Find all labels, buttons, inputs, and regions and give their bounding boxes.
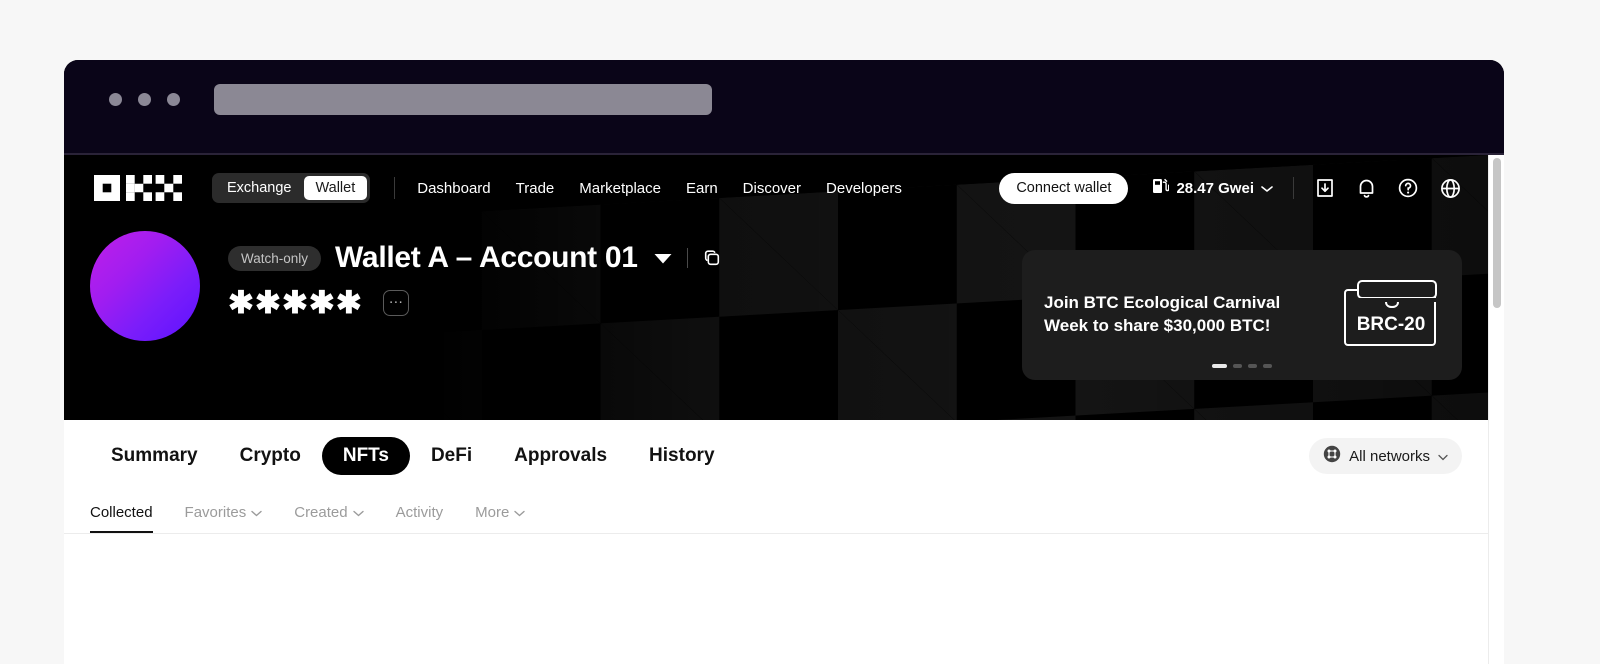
gas-price-value: 28.47 Gwei xyxy=(1176,179,1254,197)
tab-crypto[interactable]: Crypto xyxy=(219,437,322,475)
wallet-name: Wallet A – Account 01 xyxy=(335,241,638,274)
tab-defi[interactable]: DeFi xyxy=(410,437,493,475)
tab-history[interactable]: History xyxy=(628,437,735,475)
chevron-down-icon xyxy=(251,492,262,533)
brc20-folder-icon: BRC-20 xyxy=(1344,279,1440,351)
bell-icon[interactable] xyxy=(1356,177,1377,199)
wallet-content-section: Summary Crypto NFTs DeFi Approvals Histo… xyxy=(64,420,1488,634)
subtabs-row: Collected Favorites Created Activity Mor… xyxy=(64,492,1488,534)
chevron-down-icon xyxy=(1261,180,1273,197)
top-navigation-bar: Exchange Wallet Dashboard Trade Marketpl… xyxy=(64,155,1488,221)
subtab-favorites[interactable]: Favorites xyxy=(169,492,279,533)
main-tabs-row: Summary Crypto NFTs DeFi Approvals Histo… xyxy=(64,420,1488,492)
subtab-created[interactable]: Created xyxy=(278,492,379,533)
watch-only-badge: Watch-only xyxy=(228,245,322,271)
chevron-down-icon xyxy=(514,492,526,533)
subtab-created-label: Created xyxy=(294,504,348,521)
chevron-down-icon xyxy=(352,492,364,533)
carousel-dot-2[interactable] xyxy=(1233,364,1242,368)
promo-banner[interactable]: Join BTC Ecological Carnival Week to sha… xyxy=(1022,250,1462,380)
promo-carousel-dots xyxy=(1022,364,1462,368)
network-grid-icon xyxy=(1323,445,1341,467)
browser-chrome xyxy=(64,60,1504,155)
carousel-dot-4[interactable] xyxy=(1263,364,1272,368)
chevron-down-icon xyxy=(1438,448,1448,465)
tab-summary[interactable]: Summary xyxy=(90,437,219,475)
carousel-dot-3[interactable] xyxy=(1248,364,1257,368)
nav-link-discover[interactable]: Discover xyxy=(743,180,801,197)
nft-grid-empty-area xyxy=(64,534,1488,634)
nav-right-divider xyxy=(1293,177,1294,199)
nav-link-marketplace[interactable]: Marketplace xyxy=(579,180,661,197)
svg-text:BRC-20: BRC-20 xyxy=(1357,314,1426,335)
page-scrollbar[interactable] xyxy=(1488,155,1504,664)
subtab-activity[interactable]: Activity xyxy=(380,492,460,533)
wallet-hero-section: Exchange Wallet Dashboard Trade Marketpl… xyxy=(64,155,1488,420)
globe-icon[interactable] xyxy=(1439,177,1462,200)
window-minimize-button[interactable] xyxy=(138,93,151,106)
segment-wallet[interactable]: Wallet xyxy=(303,176,368,200)
nav-icon-row xyxy=(1314,177,1462,200)
page-scroll-area: Exchange Wallet Dashboard Trade Marketpl… xyxy=(64,155,1488,664)
browser-window: Exchange Wallet Dashboard Trade Marketpl… xyxy=(64,60,1504,664)
wallet-info: Watch-only Wallet A – Account 01 ✱✱✱✱✱ … xyxy=(228,231,722,341)
promo-line-2: Week to share $30,000 BTC! xyxy=(1044,316,1271,335)
nav-link-dashboard[interactable]: Dashboard xyxy=(417,180,490,197)
segment-exchange[interactable]: Exchange xyxy=(215,176,304,200)
tab-nfts[interactable]: NFTs xyxy=(321,437,410,475)
copy-icon[interactable] xyxy=(702,248,722,268)
gas-price-indicator[interactable]: 28.47 Gwei xyxy=(1152,177,1273,199)
promo-line-1: Join BTC Ecological Carnival xyxy=(1044,293,1281,313)
scrollbar-thumb[interactable] xyxy=(1493,158,1501,308)
window-maximize-button[interactable] xyxy=(167,93,180,106)
subtab-collected[interactable]: Collected xyxy=(90,492,169,533)
page-viewport: Exchange Wallet Dashboard Trade Marketpl… xyxy=(64,155,1504,664)
nav-link-trade[interactable]: Trade xyxy=(516,180,555,197)
gas-pump-icon xyxy=(1152,177,1170,199)
window-close-button[interactable] xyxy=(109,93,122,106)
wallet-balance-row: ✱✱✱✱✱ … xyxy=(228,287,722,318)
balance-more-button[interactable]: … xyxy=(382,289,409,316)
nav-link-earn[interactable]: Earn xyxy=(686,180,718,197)
connect-wallet-button[interactable]: Connect wallet xyxy=(999,172,1129,204)
nav-right-group: Connect wallet 28.47 Gwei xyxy=(999,172,1462,204)
main-tabs: Summary Crypto NFTs DeFi Approvals Histo… xyxy=(90,437,736,475)
wallet-name-divider xyxy=(686,248,688,268)
promo-text: Join BTC Ecological Carnival Week to sha… xyxy=(1044,292,1280,338)
nav-link-developers[interactable]: Developers xyxy=(826,180,902,197)
address-bar[interactable] xyxy=(214,84,712,115)
nav-links: Dashboard Trade Marketplace Earn Discove… xyxy=(417,180,902,197)
carousel-dot-1[interactable] xyxy=(1212,364,1227,368)
wallet-switch-chevron-down-icon[interactable] xyxy=(653,252,673,265)
exchange-wallet-toggle: Exchange Wallet xyxy=(212,173,371,203)
nav-divider xyxy=(394,177,396,199)
subtab-more[interactable]: More xyxy=(459,492,541,533)
subtab-collected-label: Collected xyxy=(90,504,153,521)
network-selector-label: All networks xyxy=(1349,447,1430,465)
okx-logo[interactable] xyxy=(94,175,182,201)
tab-approvals[interactable]: Approvals xyxy=(493,437,628,475)
subtab-more-label: More xyxy=(475,504,510,521)
network-selector[interactable]: All networks xyxy=(1309,438,1462,474)
wallet-name-row: Watch-only Wallet A – Account 01 xyxy=(228,241,722,275)
help-circle-icon[interactable] xyxy=(1397,177,1419,199)
subtab-favorites-label: Favorites xyxy=(184,504,247,521)
download-icon[interactable] xyxy=(1314,177,1336,199)
wallet-balance-masked: ✱✱✱✱✱ xyxy=(228,285,363,320)
subtab-activity-label: Activity xyxy=(395,504,444,521)
wallet-avatar[interactable] xyxy=(90,231,200,341)
